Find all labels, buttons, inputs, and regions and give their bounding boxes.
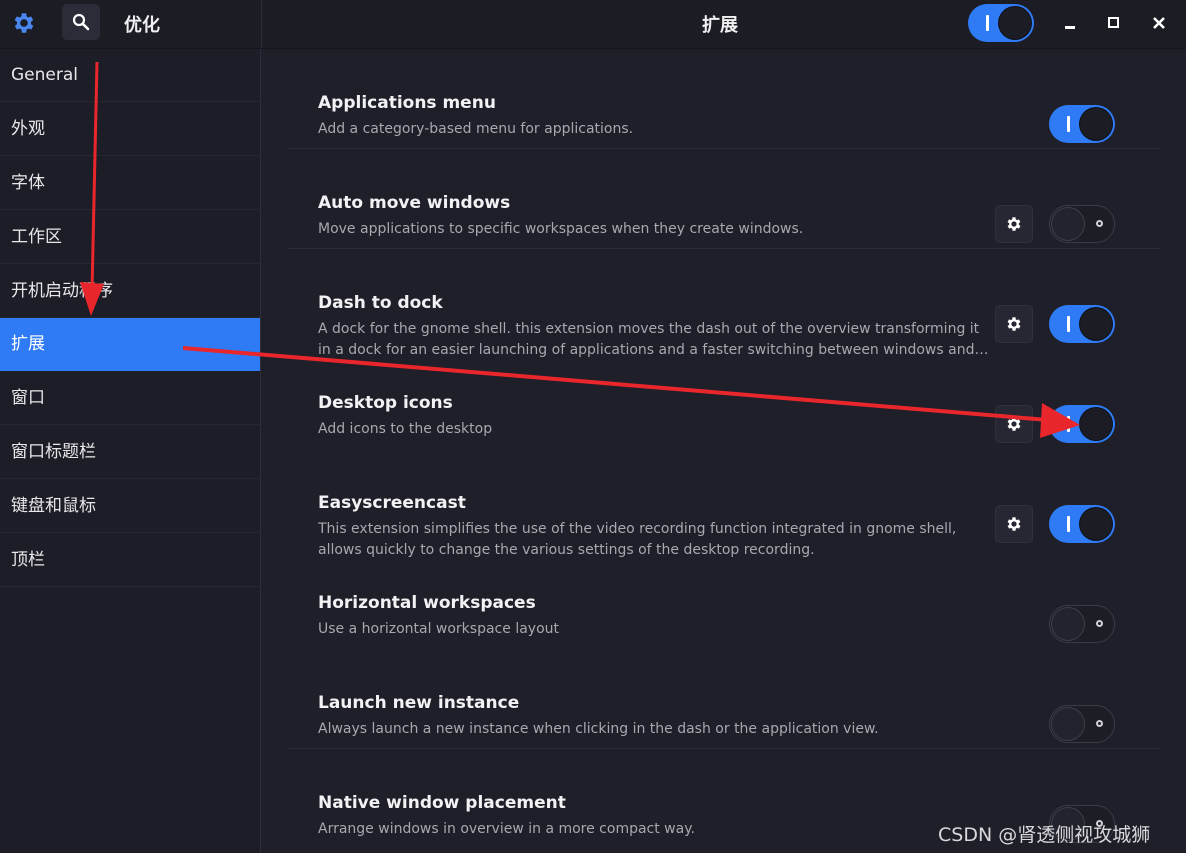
- switch-on-mark: [1067, 416, 1070, 432]
- sidebar-item-top-bar[interactable]: 顶栏: [0, 534, 260, 587]
- sidebar-item-keyboard-mouse[interactable]: 键盘和鼠标: [0, 480, 260, 533]
- extension-title: Dash to dock: [318, 293, 443, 313]
- extension-title: Desktop icons: [318, 393, 453, 413]
- extension-settings-button[interactable]: [995, 305, 1033, 343]
- gear-icon: [1007, 317, 1021, 331]
- extension-title: Launch new instance: [318, 693, 520, 713]
- switch-knob: [1080, 308, 1112, 340]
- extension-row: Desktop icons Add icons to the desktop: [288, 349, 1160, 449]
- search-button[interactable]: [62, 4, 100, 40]
- switch-knob: [1080, 108, 1112, 140]
- tweaks-window: 优化 扩展 General 外观 字体 工作区 开机启动程序 扩展 窗口 窗口标…: [0, 0, 1186, 853]
- extension-row: Applications menu Add a category-based m…: [288, 49, 1160, 149]
- extensions-list: Applications menu Add a category-based m…: [261, 49, 1186, 853]
- switch-on-mark: [1067, 316, 1070, 332]
- extension-toggle[interactable]: [1049, 305, 1115, 343]
- switch-knob: [999, 7, 1031, 39]
- extension-description: Always launch a new instance when clicki…: [318, 721, 879, 737]
- extension-description: This extension simplifies the use of the…: [318, 521, 957, 537]
- extension-description: Arrange windows in overview in a more co…: [318, 821, 695, 837]
- header-bar: 优化 扩展: [0, 0, 1186, 49]
- switch-on-mark: [1067, 516, 1070, 532]
- extension-settings-button[interactable]: [995, 405, 1033, 443]
- close-button[interactable]: [1148, 12, 1170, 34]
- extension-toggle[interactable]: [1049, 205, 1115, 243]
- sidebar-item-windows[interactable]: 窗口: [0, 372, 260, 425]
- switch-off-mark: [1096, 720, 1103, 727]
- extension-description: A dock for the gnome shell. this extensi…: [318, 321, 980, 337]
- search-icon: [72, 13, 90, 31]
- extension-title: Auto move windows: [318, 193, 511, 213]
- sidebar: General 外观 字体 工作区 开机启动程序 扩展 窗口 窗口标题栏 键盘和…: [0, 49, 261, 853]
- extension-row: Easyscreencast This extension simplifies…: [288, 449, 1160, 558]
- switch-on-mark: [1067, 116, 1070, 132]
- switch-on-mark: [986, 15, 989, 31]
- extension-row: Horizontal workspaces Use a horizontal w…: [288, 549, 1160, 649]
- extension-row: Auto move windows Move applications to s…: [288, 149, 1160, 249]
- minimize-button[interactable]: [1060, 12, 1082, 34]
- extension-settings-button[interactable]: [995, 205, 1033, 243]
- sidebar-item-fonts[interactable]: 字体: [0, 157, 260, 210]
- sidebar-item-appearance[interactable]: 外观: [0, 103, 260, 156]
- switch-knob: [1080, 408, 1112, 440]
- watermark: CSDN @肾透侧视攻城狮: [938, 824, 1151, 846]
- sidebar-item-extensions[interactable]: 扩展: [0, 318, 260, 371]
- sidebar-item-startup-applications[interactable]: 开机启动程序: [0, 265, 260, 318]
- extension-title: Easyscreencast: [318, 493, 466, 513]
- switch-knob: [1052, 608, 1084, 640]
- switch-knob: [1052, 208, 1084, 240]
- header-left-section: 优化: [0, 0, 262, 48]
- gear-icon: [1007, 417, 1021, 431]
- gear-icon: [1007, 517, 1021, 531]
- extension-title: Native window placement: [318, 793, 566, 813]
- switch-knob: [1080, 508, 1112, 540]
- sidebar-item-workspaces[interactable]: 工作区: [0, 211, 260, 264]
- extensions-master-switch[interactable]: [968, 4, 1034, 42]
- switch-off-mark: [1096, 620, 1103, 627]
- extension-description: Add icons to the desktop: [318, 421, 493, 437]
- extension-description: Use a horizontal workspace layout: [318, 621, 559, 637]
- extension-toggle[interactable]: [1049, 105, 1115, 143]
- extension-row: Launch new instance Always launch a new …: [288, 649, 1160, 749]
- extension-toggle[interactable]: [1049, 505, 1115, 543]
- extension-toggle[interactable]: [1049, 405, 1115, 443]
- gear-icon: [1007, 217, 1021, 231]
- app-title: 优化: [124, 15, 160, 36]
- extension-row: Dash to dock A dock for the gnome shell.…: [288, 249, 1160, 358]
- extension-description: Add a category-based menu for applicatio…: [318, 121, 634, 137]
- switch-knob: [1052, 708, 1084, 740]
- sidebar-item-general[interactable]: General: [0, 49, 260, 102]
- extension-toggle[interactable]: [1049, 705, 1115, 743]
- switch-off-mark: [1096, 220, 1103, 227]
- page-title: 扩展: [702, 15, 738, 36]
- gear-icon: [14, 13, 34, 33]
- extension-title: Applications menu: [318, 93, 496, 113]
- sidebar-item-window-titlebars[interactable]: 窗口标题栏: [0, 426, 260, 479]
- extension-title: Horizontal workspaces: [318, 593, 536, 613]
- maximize-button[interactable]: [1104, 12, 1126, 34]
- close-icon: [1153, 17, 1165, 29]
- extension-toggle[interactable]: [1049, 605, 1115, 643]
- extension-settings-button[interactable]: [995, 505, 1033, 543]
- extension-description: Move applications to specific workspaces…: [318, 221, 804, 237]
